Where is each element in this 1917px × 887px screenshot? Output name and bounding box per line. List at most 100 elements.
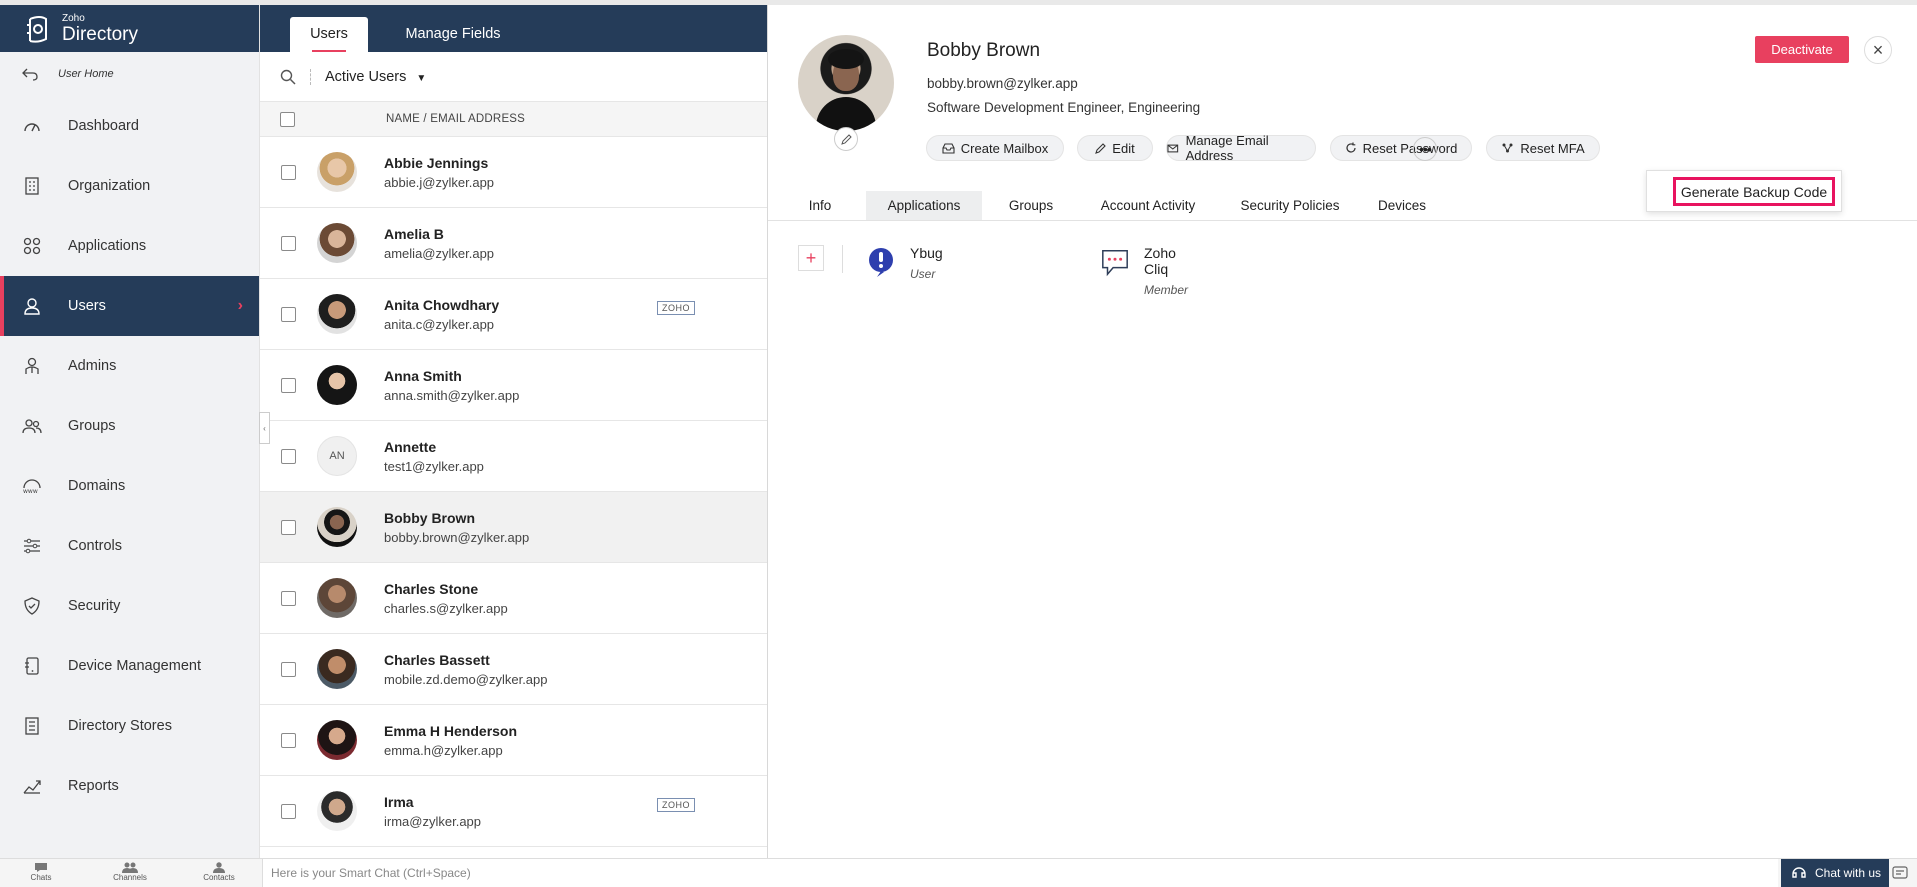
feedback-icon[interactable] <box>1892 865 1908 881</box>
row-checkbox[interactable] <box>281 803 296 819</box>
generate-backup-code-menu-item[interactable]: Generate Backup Code <box>1673 177 1835 206</box>
user-name: Abbie Jennings <box>384 154 489 171</box>
sidebar-item-controls[interactable]: Controls <box>0 516 259 576</box>
avatar <box>317 578 357 618</box>
user-row[interactable]: Irma irma@zylker.app ZOHO <box>260 776 767 847</box>
device-icon <box>22 656 42 676</box>
zoho-badge: ZOHO <box>657 301 695 315</box>
search-icon[interactable] <box>280 69 296 85</box>
tab-manage-fields[interactable]: Manage Fields <box>388 17 518 52</box>
user-email: anita.c@zylker.app <box>384 316 495 332</box>
app-card-ybug[interactable]: Ybug User <box>866 245 943 281</box>
user-row[interactable]: AN Annette test1@zylker.app <box>260 421 767 492</box>
refresh-icon <box>1346 142 1356 153</box>
create-mailbox-button[interactable]: Create Mailbox <box>926 135 1064 161</box>
divider <box>310 68 311 85</box>
sidebar-item-directory-stores[interactable]: Directory Stores <box>0 696 259 756</box>
deactivate-button[interactable]: Deactivate <box>1755 36 1849 63</box>
row-checkbox[interactable] <box>281 661 296 677</box>
tab-info[interactable]: Info <box>798 191 842 220</box>
row-checkbox[interactable] <box>281 306 296 322</box>
row-checkbox[interactable] <box>281 235 296 251</box>
chat-with-us-label: Chat with us <box>1815 866 1882 880</box>
user-row[interactable]: Anna Smith anna.smith@zylker.app <box>260 350 767 421</box>
tab-account-activity[interactable]: Account Activity <box>1086 191 1210 220</box>
row-checkbox[interactable] <box>281 448 296 464</box>
user-row[interactable]: Abbie Jennings abbie.j@zylker.app <box>260 137 767 208</box>
sidebar-item-label: Domains <box>68 478 126 494</box>
chats-button[interactable]: Chats <box>11 861 71 882</box>
app-name: Zoho Cliq <box>1144 245 1176 277</box>
sidebar-item-users[interactable]: Users › <box>0 276 259 336</box>
edit-avatar-button[interactable] <box>834 127 858 151</box>
smart-chat-input[interactable]: Here is your Smart Chat (Ctrl+Space) <box>262 859 1778 887</box>
tab-underline <box>312 50 346 52</box>
app-name: Ybug <box>910 245 943 261</box>
svg-text:www: www <box>23 488 38 494</box>
sidebar-item-groups[interactable]: Groups <box>0 396 259 456</box>
row-checkbox[interactable] <box>281 519 296 535</box>
user-list-panel: Users Manage Fields Active Users ▼ NAME /… <box>260 5 768 858</box>
sidebar: Zoho Directory User Home Dashboard Organ… <box>0 5 260 858</box>
tab-users-label: Users <box>310 26 348 42</box>
action-label: Manage Email Address <box>1185 133 1269 163</box>
tab-applications[interactable]: Applications <box>866 191 982 220</box>
add-application-button[interactable]: + <box>798 245 824 271</box>
channels-button[interactable]: Channels <box>100 861 160 882</box>
status-filter-label: Active Users <box>325 68 407 85</box>
divider <box>842 245 843 273</box>
sidebar-item-reports[interactable]: Reports <box>0 756 259 816</box>
user-name: Charles Bassett <box>384 651 490 668</box>
user-row[interactable]: Emma H Henderson emma.h@zylker.app <box>260 705 767 776</box>
reset-password-button[interactable]: Reset Password <box>1330 135 1472 161</box>
select-all-checkbox[interactable] <box>280 111 295 127</box>
sidebar-user-home[interactable]: User Home <box>0 52 259 96</box>
chat-with-us-button[interactable]: Chat with us <box>1781 859 1889 887</box>
tab-groups[interactable]: Groups <box>998 191 1064 220</box>
row-checkbox[interactable] <box>281 732 296 748</box>
user-row-selected[interactable]: Bobby Brown bobby.brown@zylker.app <box>260 492 767 563</box>
sidebar-item-admins[interactable]: Admins <box>0 336 259 396</box>
mfa-icon <box>1502 143 1513 153</box>
sidebar-item-dashboard[interactable]: Dashboard <box>0 96 259 156</box>
contacts-button[interactable]: Contacts <box>189 861 249 882</box>
reset-mfa-button[interactable]: Reset MFA <box>1486 135 1600 161</box>
app-window: Zoho Directory User Home Dashboard Organ… <box>0 0 1917 887</box>
app-card-zoho-cliq[interactable]: Zoho Cliq Member <box>1100 245 1188 297</box>
tab-users[interactable]: Users <box>290 17 368 52</box>
avatar-initials: AN <box>317 436 357 476</box>
channels-icon <box>122 862 138 873</box>
user-row[interactable]: Amelia B amelia@zylker.app <box>260 208 767 279</box>
user-name: Anna Smith <box>384 367 462 384</box>
close-icon[interactable]: × <box>1864 36 1892 64</box>
row-checkbox[interactable] <box>281 164 296 180</box>
sidebar-item-organization[interactable]: Organization <box>0 156 259 216</box>
user-row[interactable]: Charles Bassett mobile.zd.demo@zylker.app <box>260 634 767 705</box>
user-row[interactable]: Anita Chowdhary anita.c@zylker.app ZOHO <box>260 279 767 350</box>
status-filter-dropdown[interactable]: Active Users ▼ <box>325 69 426 85</box>
row-checkbox[interactable] <box>281 377 296 393</box>
ellipsis-icon: ••• <box>1419 141 1432 157</box>
admin-icon <box>22 356 42 376</box>
edit-button[interactable]: Edit <box>1077 135 1153 161</box>
sidebar-item-applications[interactable]: Applications <box>0 216 259 276</box>
brand-small: Zoho <box>62 12 85 24</box>
tab-devices[interactable]: Devices <box>1370 191 1434 220</box>
row-checkbox[interactable] <box>281 590 296 606</box>
tab-security-policies[interactable]: Security Policies <box>1226 191 1354 220</box>
sidebar-item-security[interactable]: Security <box>0 576 259 636</box>
sidebar-item-device-management[interactable]: Device Management <box>0 636 259 696</box>
user-row[interactable]: Charles Stone charles.s@zylker.app <box>260 563 767 634</box>
more-options-button[interactable]: ••• <box>1413 137 1437 161</box>
shield-icon <box>22 596 42 616</box>
globe-www-icon: www <box>22 476 42 496</box>
zoho-badge: ZOHO <box>657 798 695 812</box>
collapse-sidebar-handle[interactable]: ‹ <box>259 412 270 444</box>
manage-email-address-button[interactable]: Manage Email Address <box>1166 133 1316 163</box>
sidebar-item-domains[interactable]: www Domains <box>0 456 259 516</box>
sidebar-item-label: Groups <box>68 418 116 434</box>
user-list-header: NAME / EMAIL ADDRESS <box>260 102 767 137</box>
brand-header[interactable]: Zoho Directory <box>0 5 259 52</box>
user-email: irma@zylker.app <box>384 813 482 829</box>
action-label: Edit <box>1112 140 1135 156</box>
